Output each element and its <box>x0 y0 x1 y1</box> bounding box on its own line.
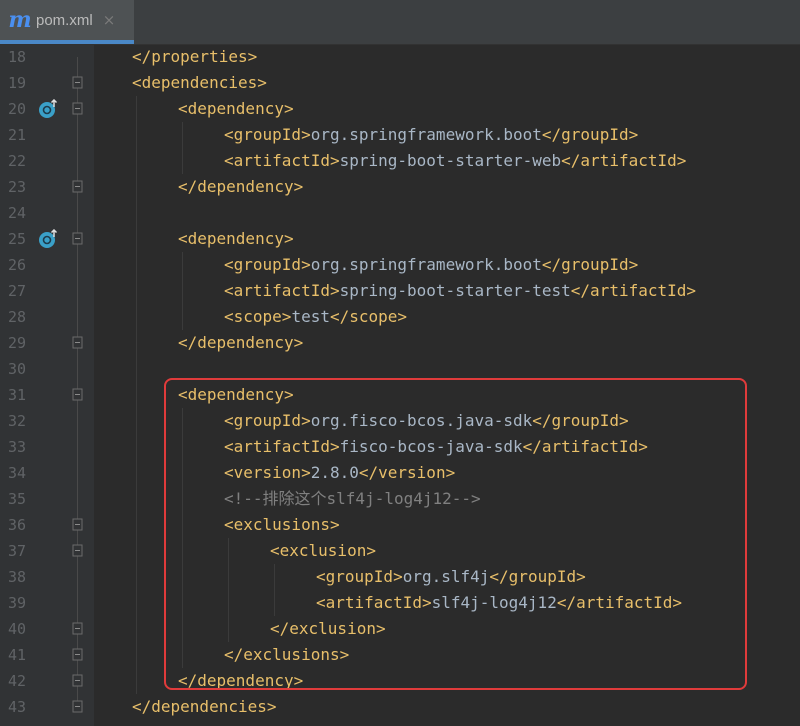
xml-tag: </dependency> <box>178 177 304 196</box>
line-number: 21 <box>8 126 27 144</box>
editor-tab-bar: m pom.xml × <box>0 0 800 45</box>
fold-marker-icon[interactable] <box>72 668 84 694</box>
xml-tag: </artifactId> <box>561 151 687 170</box>
code-line[interactable]: <dependencies> <box>132 70 267 96</box>
code-line[interactable]: <groupId>org.springframework.boot</group… <box>224 252 638 278</box>
xml-text: test <box>291 307 330 326</box>
code-line[interactable]: <scope>test</scope> <box>224 304 407 330</box>
line-number: 43 <box>8 698 27 716</box>
xml-tag: </groupId> <box>541 125 639 144</box>
xml-tag: <scope> <box>224 307 292 326</box>
line-number: 32 <box>8 412 27 430</box>
line-number: 42 <box>8 672 27 690</box>
xml-tag: <groupId> <box>224 255 311 274</box>
line-number: 26 <box>8 256 27 274</box>
xml-tag: </groupId> <box>541 255 639 274</box>
indent-guide <box>136 96 137 694</box>
line-number: 30 <box>8 360 27 378</box>
fold-marker-icon[interactable] <box>72 642 84 668</box>
highlight-box <box>164 378 747 690</box>
line-number: 24 <box>8 204 27 222</box>
code-line[interactable]: <artifactId>spring-boot-starter-web</art… <box>224 148 686 174</box>
line-number: 23 <box>8 178 27 196</box>
xml-tag: <artifactId> <box>224 281 340 300</box>
xml-text: org.springframework.boot <box>310 125 542 144</box>
xml-tag: </scope> <box>329 307 408 326</box>
indent-guide <box>182 252 183 330</box>
code-line[interactable]: </properties> <box>132 44 257 70</box>
line-number: 20 <box>8 100 27 118</box>
line-number: 36 <box>8 516 27 534</box>
xml-tag: </properties> <box>132 47 258 66</box>
code-line[interactable]: <groupId>org.springframework.boot</group… <box>224 122 638 148</box>
indent-guide <box>182 122 183 174</box>
code-line[interactable]: <dependency> <box>178 226 294 252</box>
line-number: 18 <box>8 48 27 66</box>
maven-m-icon: m <box>8 7 32 33</box>
xml-text: org.springframework.boot <box>310 255 542 274</box>
line-number: 29 <box>8 334 27 352</box>
fold-marker-icon[interactable] <box>72 382 84 408</box>
xml-tag: <dependencies> <box>132 73 267 92</box>
fold-marker-icon[interactable] <box>72 226 84 252</box>
xml-text: spring-boot-starter-web <box>339 151 562 170</box>
xml-tag: </dependency> <box>178 333 304 352</box>
code-line[interactable]: </dependency> <box>178 174 303 200</box>
line-number: 33 <box>8 438 27 456</box>
tab-label: pom.xml <box>36 11 93 29</box>
xml-tag: </dependencies> <box>132 697 277 716</box>
xml-tag: <dependency> <box>178 99 294 118</box>
code-line[interactable]: </dependencies> <box>132 694 277 720</box>
line-number: 35 <box>8 490 27 508</box>
code-line[interactable]: <artifactId>spring-boot-starter-test</ar… <box>224 278 696 304</box>
fold-marker-icon[interactable] <box>72 330 84 356</box>
xml-tag: <artifactId> <box>224 151 340 170</box>
fold-marker-icon[interactable] <box>72 512 84 538</box>
fold-marker-icon[interactable] <box>72 538 84 564</box>
fold-marker-icon[interactable] <box>72 70 84 96</box>
fold-marker-icon[interactable] <box>72 694 84 720</box>
line-number: 37 <box>8 542 27 560</box>
maven-dependency-up-icon[interactable] <box>37 99 59 119</box>
fold-marker-icon[interactable] <box>72 96 84 122</box>
line-number: 38 <box>8 568 27 586</box>
line-number: 31 <box>8 386 27 404</box>
maven-dependency-up-icon[interactable] <box>37 229 59 249</box>
xml-text: spring-boot-starter-test <box>339 281 571 300</box>
line-number: 40 <box>8 620 27 638</box>
tab-pom-xml[interactable]: m pom.xml × <box>0 0 134 44</box>
line-number: 22 <box>8 152 27 170</box>
close-icon[interactable]: × <box>103 11 116 29</box>
line-number: 39 <box>8 594 27 612</box>
xml-tag: <dependency> <box>178 229 294 248</box>
fold-marker-icon[interactable] <box>72 616 84 642</box>
code-line[interactable]: <dependency> <box>178 96 294 122</box>
xml-tag: <groupId> <box>224 125 311 144</box>
xml-tag: </artifactId> <box>570 281 697 300</box>
line-number: 25 <box>8 230 27 248</box>
line-number: 27 <box>8 282 27 300</box>
line-number: 34 <box>8 464 27 482</box>
fold-marker-icon[interactable] <box>72 174 84 200</box>
line-number: 41 <box>8 646 27 664</box>
line-number: 28 <box>8 308 27 326</box>
code-line[interactable]: </dependency> <box>178 330 303 356</box>
line-number: 19 <box>8 74 27 92</box>
